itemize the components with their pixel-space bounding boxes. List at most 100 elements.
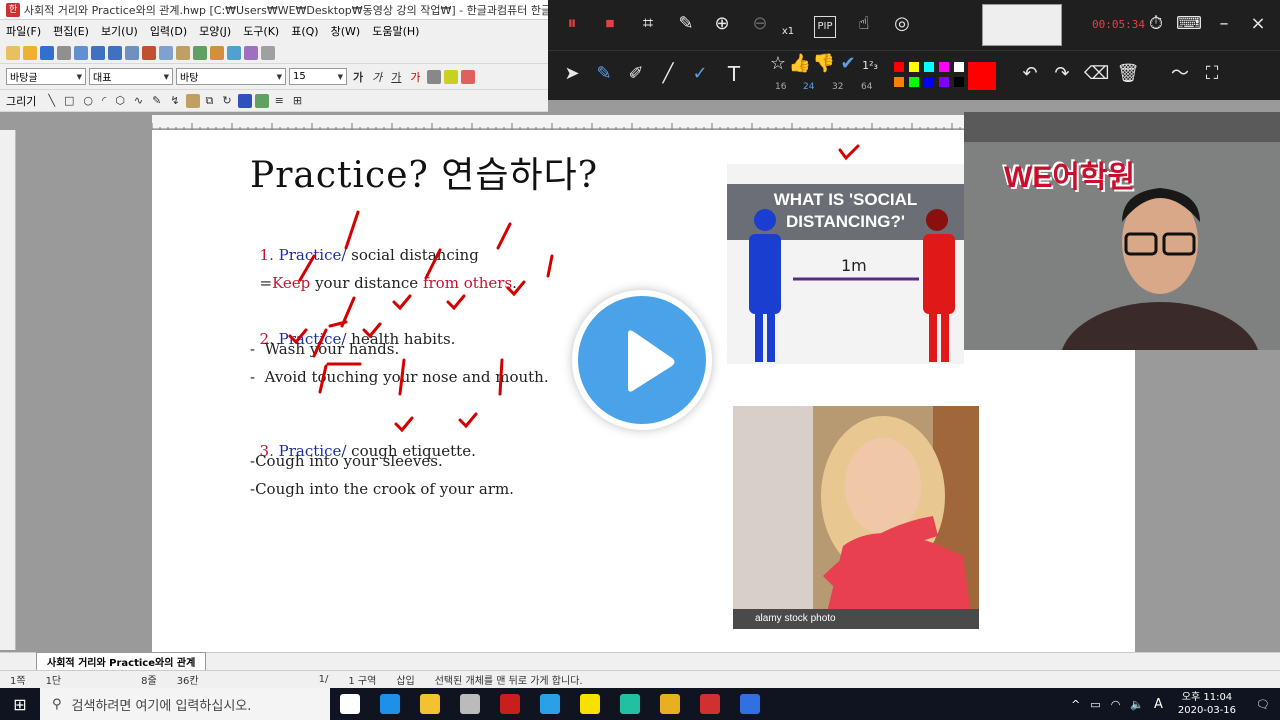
screen-draw-icon[interactable]: ⛶: [1200, 64, 1224, 84]
color-swatch[interactable]: [954, 62, 964, 72]
taskbar-apps: [330, 688, 770, 720]
academy-sign: WE어학원: [1004, 161, 1136, 194]
status-message: 선택된 개체를 맨 뒤로 가게 합니다.: [434, 676, 583, 687]
color-swatch[interactable]: [939, 77, 949, 87]
search-icon: ⚲: [52, 696, 62, 712]
text-tool-icon[interactable]: T: [722, 64, 746, 84]
status-mode[interactable]: 삽입: [386, 672, 424, 687]
document-tab[interactable]: 사회적 거리와 Practice와의 관계: [36, 652, 207, 671]
task-view-icon: [340, 694, 360, 714]
undo-icon[interactable]: ↶: [1018, 64, 1042, 84]
line-tool-icon[interactable]: ╱: [656, 64, 680, 84]
ie-icon: [540, 694, 560, 714]
stroke-size-64[interactable]: 64: [861, 82, 872, 92]
cursor-effect-icon[interactable]: ☝: [852, 14, 876, 34]
color-swatch[interactable]: [924, 77, 934, 87]
clock-time: 오후 11:04: [1181, 692, 1233, 703]
play-icon: [628, 330, 675, 392]
recording-timer: 00:05:34: [1092, 18, 1145, 31]
whiteboard-icon[interactable]: 〜: [1168, 64, 1192, 84]
network-icon[interactable]: ▭: [1085, 698, 1105, 711]
pause-icon[interactable]: ⏸: [560, 14, 584, 34]
pen-icon[interactable]: ✎: [674, 14, 698, 34]
taskbar-file-explorer[interactable]: [410, 688, 450, 720]
play-button[interactable]: [572, 290, 712, 430]
pen-tool-icon[interactable]: ✎: [592, 64, 616, 84]
number-stamp-icon[interactable]: 1²₃: [858, 56, 882, 76]
zoom-level: x1: [781, 26, 795, 37]
close-icon[interactable]: ×: [1246, 14, 1270, 34]
color-swatch[interactable]: [954, 77, 964, 87]
taskbar-app-red[interactable]: [490, 688, 530, 720]
windows-taskbar: ⊞ ⚲ 검색하려면 여기에 입력하십시오. ^ ▭ ◠ 🔈 A 오후 11:04…: [0, 688, 1280, 720]
hide-icon[interactable]: ◎: [890, 14, 914, 34]
chrome-icon: [660, 694, 680, 714]
notifications-icon[interactable]: 🗨: [1246, 698, 1280, 711]
color-swatch[interactable]: [894, 77, 904, 87]
toolbar-divider: [548, 50, 1280, 51]
recorder-icon: [740, 694, 760, 714]
stroke-size-16[interactable]: 16: [775, 82, 786, 92]
stroke-size-32[interactable]: 32: [832, 82, 843, 92]
status-page: 1쪽: [10, 676, 26, 687]
check-tool-icon[interactable]: ✓: [688, 64, 712, 84]
edge-icon: [380, 694, 400, 714]
trash-icon[interactable]: 🗑: [1116, 64, 1140, 84]
status-col: 36칸: [176, 676, 199, 687]
taskbar-clock[interactable]: 오후 11:04 2020-03-16: [1168, 691, 1246, 717]
taskbar-search[interactable]: ⚲ 검색하려면 여기에 입력하십시오.: [40, 688, 330, 720]
color-swatch[interactable]: [909, 77, 919, 87]
status-column: 1단: [45, 676, 62, 687]
start-button[interactable]: ⊞: [0, 688, 40, 720]
show-hidden-icons[interactable]: ^: [1066, 698, 1085, 711]
volume-icon[interactable]: 🔈: [1125, 698, 1149, 711]
pip-button[interactable]: PIP: [814, 16, 836, 38]
zoom-out-icon[interactable]: ⊖: [748, 14, 772, 34]
status-line: 8줄: [141, 676, 157, 687]
screenshot-icon[interactable]: ⌗: [636, 14, 660, 34]
clock-date: 2020-03-16: [1177, 705, 1237, 716]
system-tray: ^ ▭ ◠ 🔈 A 오후 11:04 2020-03-16 🗨: [1066, 688, 1280, 720]
taskbar-edge[interactable]: [370, 688, 410, 720]
eraser-icon[interactable]: ⌫: [1084, 64, 1109, 84]
taskbar-hwp[interactable]: [690, 688, 730, 720]
webcam-feed: WE어학원: [964, 112, 1280, 350]
taskbar-task-view[interactable]: [330, 688, 370, 720]
document-tabs: 사회적 거리와 Practice와의 관계: [0, 652, 1280, 671]
taskbar-recorder[interactable]: [730, 688, 770, 720]
stroke-size-24[interactable]: 24: [803, 82, 814, 92]
select-cursor-icon[interactable]: ➤: [560, 64, 584, 84]
search-placeholder: 검색하려면 여기에 입력하십시오.: [71, 698, 252, 714]
taskbar-kakaotalk[interactable]: [570, 688, 610, 720]
wifi-icon[interactable]: ◠: [1106, 698, 1126, 711]
thumbs-down-stamp-icon[interactable]: 👎: [812, 54, 836, 74]
color-swatch[interactable]: [939, 62, 949, 72]
taskbar-settings[interactable]: [450, 688, 490, 720]
status-section: 1 구역: [348, 676, 377, 687]
redo-icon[interactable]: ↷: [1050, 64, 1074, 84]
current-color-swatch[interactable]: [968, 62, 996, 90]
ime-indicator[interactable]: A: [1149, 697, 1168, 712]
highlighter-tool-icon[interactable]: ✐: [624, 64, 648, 84]
status-bar: 1쪽 1단 8줄 36칸 1/ 1 구역 삽입 선택된 개체를 맨 뒤로 가게 …: [0, 670, 1280, 688]
minimize-icon[interactable]: –: [1212, 14, 1236, 34]
color-swatch[interactable]: [909, 62, 919, 72]
taskbar-app-teal[interactable]: [610, 688, 650, 720]
annotation-toolbar: ⏸ ⏹ ⌗ ✎ ⊕ ⊖ x1 PIP ☝ ◎ 00:05:34 ⏱ ⌨ – × …: [548, 0, 1280, 100]
zoom-in-icon[interactable]: ⊕: [710, 14, 734, 34]
alarm-icon[interactable]: ⏱: [1144, 14, 1168, 34]
taskbar-ie[interactable]: [530, 688, 570, 720]
keyboard-icon[interactable]: ⌨: [1176, 14, 1202, 34]
windows-logo-icon: ⊞: [13, 694, 27, 714]
stop-icon[interactable]: ⏹: [598, 14, 622, 34]
check-stamp-icon[interactable]: ✔: [836, 54, 860, 74]
kakaotalk-icon: [580, 694, 600, 714]
file-explorer-icon: [420, 694, 440, 714]
star-stamp-icon[interactable]: ☆: [766, 54, 790, 74]
color-swatch[interactable]: [924, 62, 934, 72]
color-swatch[interactable]: [894, 62, 904, 72]
thumbs-up-stamp-icon[interactable]: 👍: [788, 54, 812, 74]
taskbar-chrome[interactable]: [650, 688, 690, 720]
recording-thumbnail[interactable]: [982, 4, 1062, 46]
hwp-icon: [700, 694, 720, 714]
